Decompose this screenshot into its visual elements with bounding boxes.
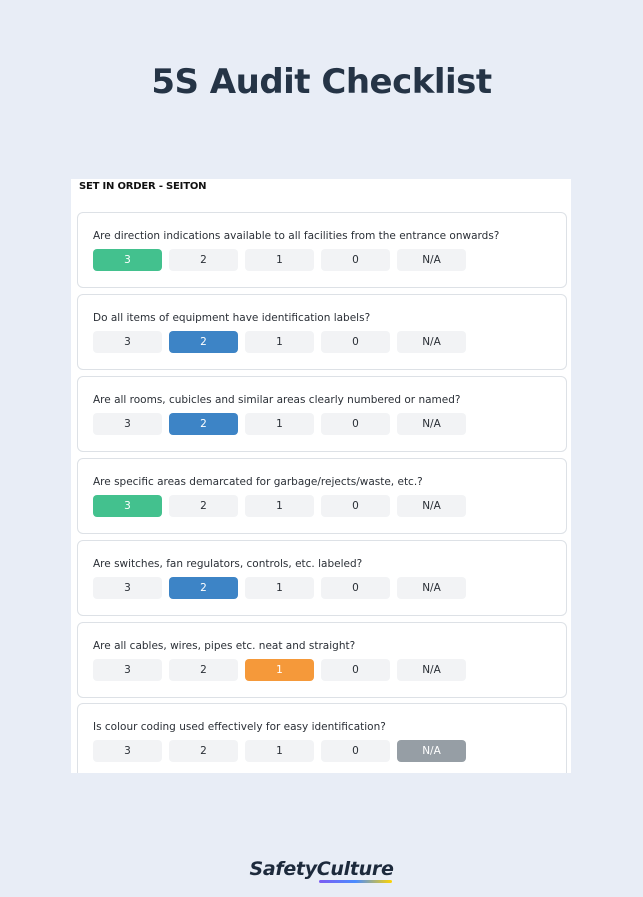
brand-logo: SafetyCulture [0,858,643,883]
checklist-panel: SET IN ORDER - SEITON Are direction indi… [71,179,571,773]
rating-option-3[interactable]: 3 [93,249,162,271]
question-text: Are all cables, wires, pipes etc. neat a… [93,640,356,652]
rating-option-1[interactable]: 1 [245,740,314,762]
question-card: Are direction indications available to a… [77,212,567,288]
rating-option-0[interactable]: 0 [321,495,390,517]
rating-option-1[interactable]: 1 [245,249,314,271]
question-text: Are all rooms, cubicles and similar area… [93,394,461,406]
question-text: Are direction indications available to a… [93,230,500,242]
rating-option-0[interactable]: 0 [321,331,390,353]
rating-option-3[interactable]: 3 [93,331,162,353]
question-card: Are switches, fan regulators, controls, … [77,540,567,616]
rating-option-3[interactable]: 3 [93,740,162,762]
rating-option-2[interactable]: 2 [169,249,238,271]
rating-options: 3 2 1 0 N/A [93,740,466,762]
rating-option-na[interactable]: N/A [397,577,466,599]
question-card: Are specific areas demarcated for garbag… [77,458,567,534]
rating-option-0[interactable]: 0 [321,740,390,762]
rating-option-1[interactable]: 1 [245,331,314,353]
question-card: Is colour coding used effectively for ea… [77,703,567,773]
rating-options: 3 2 1 0 N/A [93,249,466,271]
rating-options: 3 2 1 0 N/A [93,577,466,599]
rating-option-0[interactable]: 0 [321,413,390,435]
page-title: 5S Audit Checklist [151,62,492,102]
rating-option-1[interactable]: 1 [245,413,314,435]
rating-option-3[interactable]: 3 [93,659,162,681]
rating-option-na[interactable]: N/A [397,495,466,517]
rating-option-2[interactable]: 2 [169,495,238,517]
rating-option-2[interactable]: 2 [169,577,238,599]
question-text: Are switches, fan regulators, controls, … [93,558,363,570]
question-text: Is colour coding used effectively for ea… [93,721,386,733]
rating-options: 3 2 1 0 N/A [93,331,466,353]
question-card: Do all items of equipment have identific… [77,294,567,370]
rating-option-na[interactable]: N/A [397,413,466,435]
rating-option-3[interactable]: 3 [93,495,162,517]
rating-option-2[interactable]: 2 [169,740,238,762]
rating-option-na[interactable]: N/A [397,659,466,681]
rating-option-0[interactable]: 0 [321,249,390,271]
rating-option-1[interactable]: 1 [245,577,314,599]
brand-name: SafetyCulture [249,858,394,880]
rating-options: 3 2 1 0 N/A [93,495,466,517]
rating-options: 3 2 1 0 N/A [93,659,466,681]
rating-option-3[interactable]: 3 [93,577,162,599]
rating-option-na[interactable]: N/A [397,740,466,762]
question-card: Are all rooms, cubicles and similar area… [77,376,567,452]
rating-option-2[interactable]: 2 [169,659,238,681]
question-card: Are all cables, wires, pipes etc. neat a… [77,622,567,698]
rating-option-0[interactable]: 0 [321,659,390,681]
section-header: SET IN ORDER - SEITON [79,181,207,192]
rating-option-2[interactable]: 2 [169,331,238,353]
rating-option-1[interactable]: 1 [245,659,314,681]
rating-option-na[interactable]: N/A [397,249,466,271]
rating-option-0[interactable]: 0 [321,577,390,599]
rating-option-2[interactable]: 2 [169,413,238,435]
question-text: Are specific areas demarcated for garbag… [93,476,423,488]
rating-options: 3 2 1 0 N/A [93,413,466,435]
rating-option-1[interactable]: 1 [245,495,314,517]
question-text: Do all items of equipment have identific… [93,312,371,324]
brand-underline [319,880,392,883]
rating-option-na[interactable]: N/A [397,331,466,353]
rating-option-3[interactable]: 3 [93,413,162,435]
